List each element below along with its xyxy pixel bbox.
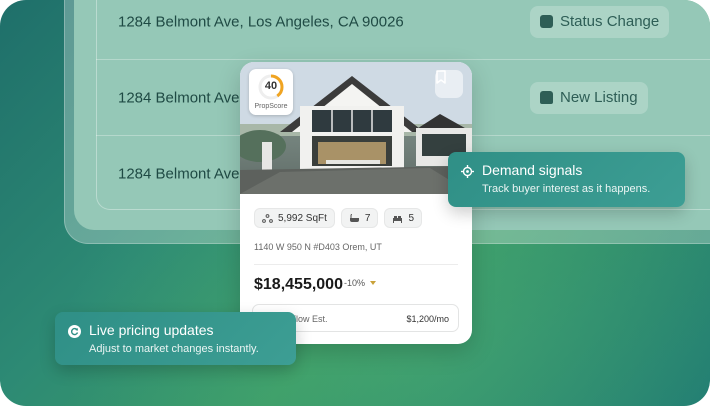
demand-signals-callout: Demand signals Track buyer interest as i…	[448, 152, 685, 207]
badge-label: Status Change	[560, 13, 660, 30]
bed-icon	[393, 215, 403, 223]
area-icon	[262, 213, 273, 223]
callout-subtitle: Track buyer interest as it happens.	[482, 183, 651, 195]
hero-canvas: 1284 Belmont Ave, Los Angeles, CA 90026 …	[0, 0, 710, 406]
baths-chip: 7	[340, 208, 379, 228]
badge-label: New Listing	[560, 89, 638, 106]
sqft-chip: 5,992 SqFt	[254, 208, 335, 228]
refresh-icon	[68, 325, 81, 338]
score-value: 40	[264, 80, 278, 92]
callout-title: Demand signals	[482, 162, 583, 178]
property-card[interactable]: 40 PropScore 5,992 SqFt 7 5 1140 W 950 N…	[240, 62, 472, 344]
property-photo: 40 PropScore	[240, 62, 472, 194]
listing-address: 1284 Belmont Ave, Los Angeles, CA 90026	[118, 13, 404, 30]
price-change-value: -10%	[344, 278, 366, 288]
listing-address: 1284 Belmont Ave, L	[118, 89, 257, 106]
status-change-badge[interactable]: Status Change	[530, 5, 670, 38]
target-icon	[461, 165, 474, 178]
baths-value: 7	[364, 212, 371, 224]
cashflow-value: $1,200/mo	[406, 314, 449, 324]
property-features: 5,992 SqFt 7 5	[254, 208, 423, 228]
price-change: -10%	[344, 278, 377, 288]
listing-row[interactable]: 1284 Belmont Ave, Los Angeles, CA 90026 …	[96, 0, 710, 60]
new-listing-badge[interactable]: New Listing	[530, 81, 648, 114]
bookmark-icon	[436, 70, 446, 84]
callout-subtitle: Adjust to market changes instantly.	[89, 343, 259, 355]
divider	[254, 264, 458, 265]
document-icon	[540, 15, 553, 28]
score-label: PropScore	[254, 103, 288, 110]
caret-down-icon	[370, 281, 377, 285]
beds-value: 5	[408, 212, 415, 224]
live-pricing-callout: Live pricing updates Adjust to market ch…	[55, 312, 296, 365]
bookmark-button[interactable]	[435, 70, 463, 98]
listing-address: 1284 Belmont Ave, L	[118, 165, 257, 183]
home-icon	[540, 91, 553, 104]
bath-icon	[349, 213, 359, 222]
property-address: 1140 W 950 N #D403 Orem, UT	[254, 242, 382, 252]
callout-title: Live pricing updates	[89, 322, 214, 338]
propscore-badge: 40 PropScore	[249, 69, 293, 115]
sqft-value: 5,992 SqFt	[278, 212, 327, 224]
property-price: $18,455,000	[254, 276, 343, 293]
beds-chip: 5	[384, 208, 423, 228]
